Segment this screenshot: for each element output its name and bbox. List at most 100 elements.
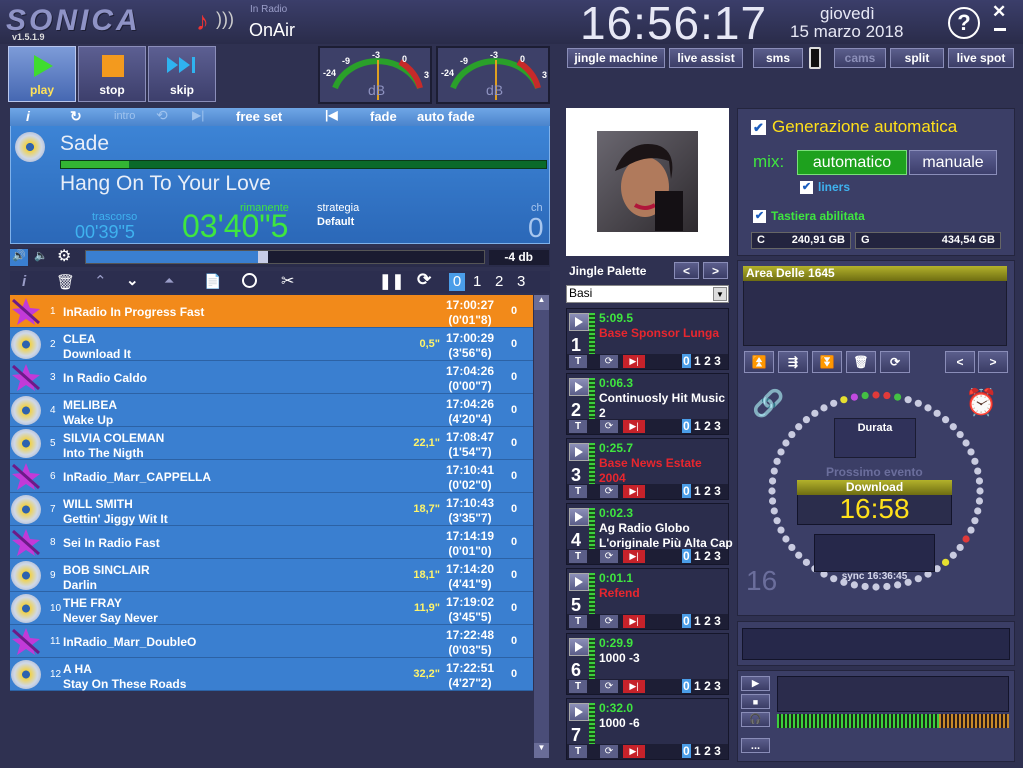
split-button[interactable]: split xyxy=(890,48,944,68)
play-button[interactable]: play xyxy=(8,46,76,102)
liners-checkbox[interactable]: ✔ xyxy=(800,181,813,194)
move-up-icon[interactable]: ⌃ xyxy=(94,272,107,290)
live-assist-button[interactable]: live assist xyxy=(669,48,743,68)
jingle-t-button[interactable]: T xyxy=(569,550,587,563)
skip-end-icon[interactable]: ▶| xyxy=(192,108,204,122)
palette-prev-button[interactable]: < xyxy=(674,262,699,279)
fade-toggle[interactable]: fade xyxy=(370,109,397,124)
info-icon[interactable]: i xyxy=(26,108,30,124)
settings-icon[interactable]: ⚙ xyxy=(57,246,71,266)
palette-next-button[interactable]: > xyxy=(703,262,728,279)
area-prev-button[interactable]: < xyxy=(945,351,975,373)
jingle-machine-button[interactable]: jingle machine xyxy=(567,48,665,68)
loop-icon[interactable]: ⟳ xyxy=(600,355,618,368)
area-top-button[interactable]: ⏫ xyxy=(744,351,774,373)
area-refresh-button[interactable]: ⟳ xyxy=(880,351,910,373)
skip-end-icon[interactable]: ▶| xyxy=(623,615,645,628)
more-button[interactable]: ... xyxy=(741,738,770,753)
loop-icon[interactable]: ⟳ xyxy=(600,485,618,498)
playlist-row[interactable]: 8 Sei In Radio Fast 17:14:19 (0'01"0) 0 xyxy=(10,526,533,559)
jingle-t-button[interactable]: T xyxy=(569,420,587,433)
jingle-slot[interactable]: 5 0:01.1 Refend T ⟳ ▶| 0 1 2 3 xyxy=(566,568,729,630)
minimize-icon[interactable] xyxy=(994,28,1006,31)
stop-button[interactable]: stop xyxy=(78,46,146,102)
jingle-page-selector[interactable]: 0 1 2 3 xyxy=(682,549,721,563)
skip-end-icon[interactable]: ▶| xyxy=(623,745,645,758)
jingle-slot[interactable]: 4 0:02.3 Ag Radio Globo L'originale Più Alt… xyxy=(566,503,733,565)
page-3-tab[interactable]: 3 xyxy=(517,273,525,290)
area-delete-button[interactable]: 🗑 xyxy=(846,351,876,373)
playlist-row[interactable]: 1 InRadio In Progress Fast 17:00:27 (0'01"8… xyxy=(10,295,533,328)
playlist-row[interactable]: 6 InRadio_Marr_CAPPELLA 17:10:41 (0'02"0) 0 xyxy=(10,460,533,493)
intro-toggle[interactable]: intro xyxy=(114,110,135,122)
jingle-play-button[interactable] xyxy=(569,573,589,591)
jingle-slot[interactable]: 1 5:09.5 Base Sponsor Lunga T ⟳ ▶| 0 1 2 3 xyxy=(566,308,729,370)
help-icon[interactable]: ? xyxy=(948,7,980,39)
jingle-t-button[interactable]: T xyxy=(569,615,587,628)
jingle-slot[interactable]: 2 0:06.3 Continuosly Hit Music 2 T ⟳ ▶| 0 1 2 3 xyxy=(566,373,729,435)
jingle-play-button[interactable] xyxy=(569,703,589,721)
playlist-row[interactable]: 2 CLEA Download It 0,5" 17:00:29 (3'56"6) 0 xyxy=(10,328,533,361)
reload-icon[interactable]: ↻ xyxy=(70,108,82,125)
jingle-slot[interactable]: 7 0:32.0 1000 -6 T ⟳ ▶| 0 1 2 3 xyxy=(566,698,729,760)
duration-button[interactable]: Durata xyxy=(834,418,916,458)
jingle-play-button[interactable] xyxy=(569,508,589,526)
loop-icon[interactable]: ⟳ xyxy=(600,680,618,693)
auto-gen-checkbox[interactable]: ✔ xyxy=(751,120,766,135)
page-0-tab[interactable]: 0 xyxy=(449,273,465,291)
area-bottom-button[interactable]: ⏬ xyxy=(812,351,842,373)
jingle-play-button[interactable] xyxy=(569,313,589,331)
mix-automatic-button[interactable]: automatico xyxy=(797,150,907,175)
jingle-t-button[interactable]: T xyxy=(569,745,587,758)
free-set-toggle[interactable]: free set xyxy=(236,109,282,124)
page-2-tab[interactable]: 2 xyxy=(495,273,503,290)
jingle-slot[interactable]: 3 0:25.7 Base News Estate 2004 T ⟳ ▶| 0 1 2 3 xyxy=(566,438,729,500)
scroll-up-arrow[interactable]: ▲ xyxy=(534,295,549,310)
playlist-row[interactable]: 9 BOB SINCLAIR Darlin 18,1" 17:14:20 (4'41"9)… xyxy=(10,559,533,592)
info-icon[interactable]: i xyxy=(22,273,26,290)
skip-end-icon[interactable]: ▶| xyxy=(623,550,645,563)
playlist-row[interactable]: 11 InRadio_Marr_DoubleO 17:22:48 (0'03"5) 0 xyxy=(10,625,533,658)
cue-start-icon[interactable]: |◀ xyxy=(325,108,338,122)
monitor-stop-button[interactable]: ■ xyxy=(741,694,770,709)
tools-icon[interactable]: ✂ xyxy=(281,271,294,291)
trash-icon[interactable]: 🗑 xyxy=(56,273,75,291)
area-next-button[interactable]: > xyxy=(978,351,1008,373)
jingle-page-selector[interactable]: 0 1 2 3 xyxy=(682,354,721,368)
page-1-tab[interactable]: 1 xyxy=(473,273,481,290)
sms-button[interactable]: sms xyxy=(753,48,803,68)
jingle-t-button[interactable]: T xyxy=(569,355,587,368)
playlist-row[interactable]: 7 WILL SMITH Gettin' Jiggy Wit It 18,7" 17:1… xyxy=(10,493,533,526)
playlist-scrollbar[interactable]: ▲ ▼ xyxy=(534,295,549,758)
monitor-play-button[interactable]: ▶ xyxy=(741,676,770,691)
loop-icon[interactable]: ⟳ xyxy=(600,550,618,563)
jingle-slot[interactable]: 6 0:29.9 1000 -3 T ⟳ ▶| 0 1 2 3 xyxy=(566,633,729,695)
jingle-page-selector[interactable]: 0 1 2 3 xyxy=(682,679,721,693)
progress-track[interactable] xyxy=(60,160,547,169)
playlist-row[interactable]: 3 In Radio Caldo 17:04:26 (0'00"7) 0 xyxy=(10,361,533,394)
pause-icon[interactable]: ❚❚ xyxy=(379,272,404,290)
playlist-row[interactable]: 12 A HA Stay On These Roads 32,2" 17:22:51 (4… xyxy=(10,658,533,691)
auto-fade-toggle[interactable]: auto fade xyxy=(417,109,475,124)
jingle-play-button[interactable] xyxy=(569,443,589,461)
jingle-page-selector[interactable]: 0 1 2 3 xyxy=(682,614,721,628)
jingle-t-button[interactable]: T xyxy=(569,680,587,693)
mute-icon[interactable]: 🔈 xyxy=(34,249,48,262)
playlist-row[interactable]: 4 MELIBEA Wake Up 17:04:26 (4'20"4) 0 xyxy=(10,394,533,427)
playlist-row[interactable]: 5 SILVIA COLEMAN Into The Nigth 22,1" 17:08:… xyxy=(10,427,533,460)
volume-slider[interactable] xyxy=(85,250,485,264)
loop-icon[interactable]: ⟳ xyxy=(600,745,618,758)
area-insert-button[interactable]: ⇶ xyxy=(778,351,808,373)
cams-button[interactable]: cams xyxy=(834,48,886,68)
skip-end-icon[interactable]: ▶| xyxy=(623,355,645,368)
move-down-icon[interactable]: ⌄ xyxy=(126,271,139,289)
jingle-page-selector[interactable]: 0 1 2 3 xyxy=(682,419,721,433)
move-top-icon[interactable]: ⏶ xyxy=(164,273,174,289)
add-file-icon[interactable]: 📄 xyxy=(204,273,221,290)
refresh-icon[interactable]: ⟳ xyxy=(417,270,431,290)
skip-button[interactable]: skip xyxy=(148,46,216,102)
playlist-row[interactable]: 10 THE FRAY Never Say Never 11,9" 17:19:02 (3… xyxy=(10,592,533,625)
live-spot-button[interactable]: live spot xyxy=(948,48,1014,68)
scroll-down-arrow[interactable]: ▼ xyxy=(534,743,549,758)
skip-end-icon[interactable]: ▶| xyxy=(623,680,645,693)
